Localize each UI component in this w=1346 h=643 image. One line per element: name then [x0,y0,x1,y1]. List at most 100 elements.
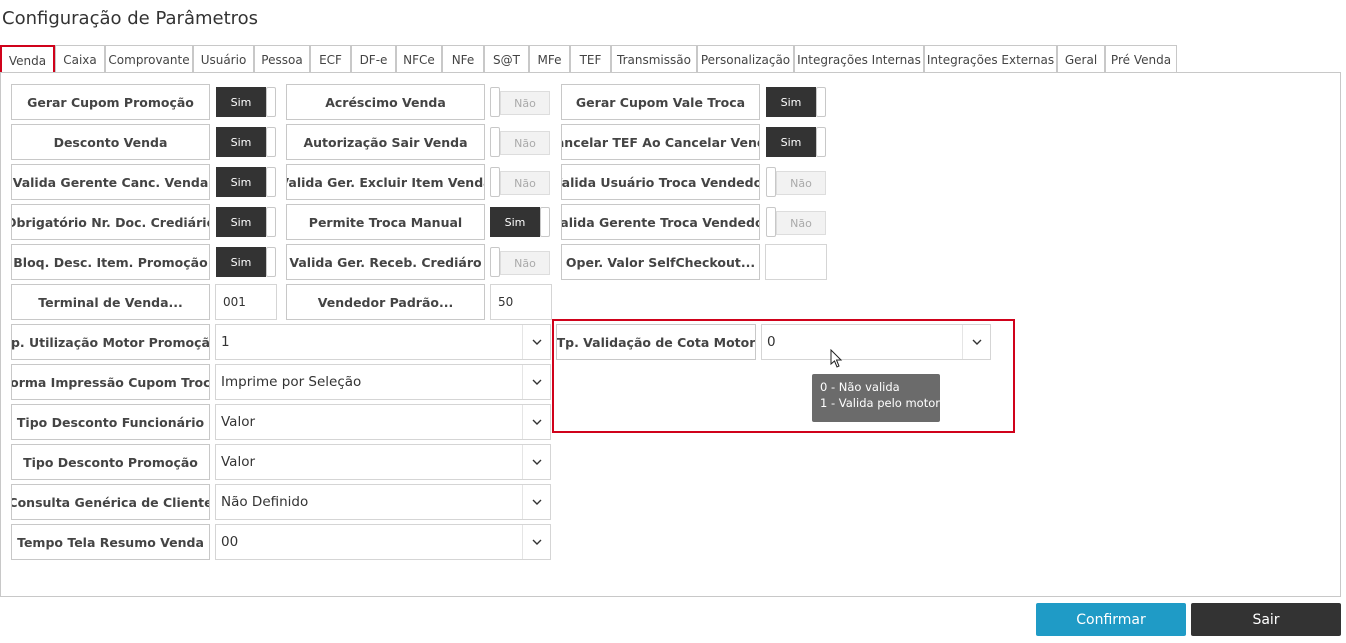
toggle-knob [816,127,826,157]
label-tempo-tela-resumo-venda: Tempo Tela Resumo Venda [11,524,210,560]
tp-utilizacao-motor-promocao-select[interactable]: 1 [215,324,551,360]
label-valida-gerente-canc-venda: Valida Gerente Canc. Venda [11,164,210,200]
vendedor-padrao-input[interactable]: 50 [490,284,552,320]
select-value: 00 [221,534,239,550]
toggle-acrescimo-venda[interactable]: Não [490,87,550,117]
toggle-bloq-desc-item-promocao[interactable]: Sim [216,247,276,277]
toggle-value: Sim [216,87,266,117]
label-consulta-generica-cliente: Consulta Genérica de Cliente [11,484,210,520]
oper-valor-selfcheckout-input[interactable] [765,244,827,280]
label-cancelar-tef-ao-cancelar-venda: Cancelar TEF Ao Cancelar Venda [561,124,760,160]
tab-dfe[interactable]: DF-e [351,45,396,73]
select-value: Imprime por Seleção [221,374,362,390]
tab-nfe[interactable]: NFe [442,45,484,73]
toggle-value: Não [500,131,550,155]
toggle-value: Sim [766,127,816,157]
toggle-obrigatorio-nr-doc-crediario[interactable]: Sim [216,207,276,237]
label-valida-gerente-troca-vendedor: Valida Gerente Troca Vendedor [561,204,760,240]
label-gerar-cupom-vale-troca: Gerar Cupom Vale Troca [561,84,760,120]
toggle-value: Sim [216,247,266,277]
tab-integracoes-internas[interactable]: Integrações Internas [794,45,924,73]
label-oper-valor-selfcheckout: Oper. Valor SelfCheckout... [561,244,760,280]
tooltip: 0 - Não valida 1 - Valida pelo motor [812,374,940,422]
consulta-generica-cliente-select[interactable]: Não Definido [215,484,551,520]
tab-personalizacao[interactable]: Personalização [697,45,794,73]
toggle-knob [266,247,276,277]
chevron-down-icon[interactable] [522,405,550,439]
toggle-knob [266,207,276,237]
tab-venda[interactable]: Venda [0,45,55,74]
tab-pessoa[interactable]: Pessoa [254,45,310,73]
select-value: Valor [221,414,256,430]
select-value: Valor [221,454,256,470]
toggle-value: Sim [216,207,266,237]
tipo-desconto-promocao-select[interactable]: Valor [215,444,551,480]
tooltip-line-1: 0 - Não valida [820,380,900,394]
label-forma-impressao-cupom-troca: Forma Impressão Cupom Troca [11,364,210,400]
toggle-permite-troca-manual[interactable]: Sim [490,207,550,237]
toggle-value: Sim [490,207,540,237]
tab-nfce[interactable]: NFCe [396,45,442,73]
toggle-value: Não [500,171,550,195]
page-title: Configuração de Parâmetros [2,8,259,29]
tab-tef[interactable]: TEF [570,45,611,73]
toggle-knob [266,87,276,117]
label-desconto-venda: Desconto Venda [11,124,210,160]
tab-comprovante[interactable]: Comprovante [105,45,193,73]
toggle-value: Não [776,171,826,195]
chevron-down-icon[interactable] [962,325,990,359]
label-vendedor-padrao: Vendedor Padrão... [286,284,485,320]
label-permite-troca-manual: Permite Troca Manual [286,204,485,240]
toggle-gerar-cupom-promocao[interactable]: Sim [216,87,276,117]
label-tp-utilizacao-motor-promocao: Tp. Utilização Motor Promoção [11,324,210,360]
tempo-tela-resumo-venda-select[interactable]: 00 [215,524,551,560]
toggle-desconto-venda[interactable]: Sim [216,127,276,157]
toggle-knob [266,167,276,197]
tipo-desconto-funcionario-select[interactable]: Valor [215,404,551,440]
toggle-autorizacao-sair-venda[interactable]: Não [490,127,550,157]
label-valida-ger-receb-crediario: Valida Ger. Receb. Crediáro [286,244,485,280]
toggle-valida-usuario-troca-vendedor[interactable]: Não [766,167,826,197]
terminal-de-venda-input[interactable]: 001 [215,284,277,320]
tab-sat[interactable]: S@T [484,45,529,73]
toggle-knob [490,87,500,117]
toggle-value: Não [776,211,826,235]
tab-transmissao[interactable]: Transmissão [611,45,697,73]
toggle-valida-gerente-canc-venda[interactable]: Sim [216,167,276,197]
tab-usuario[interactable]: Usuário [193,45,254,73]
toggle-knob [816,87,826,117]
forma-impressao-cupom-troca-select[interactable]: Imprime por Seleção [215,364,551,400]
toggle-value: Sim [216,127,266,157]
toggle-knob [490,127,500,157]
toggle-valida-ger-excluir-item-venda[interactable]: Não [490,167,550,197]
label-tipo-desconto-promocao: Tipo Desconto Promoção [11,444,210,480]
label-bloq-desc-item-promocao: Bloq. Desc. Item. Promoção [11,244,210,280]
confirm-button[interactable]: Confirmar [1036,603,1186,636]
label-tp-validacao-cota-motor: Tp. Validação de Cota Motor [556,324,756,360]
chevron-down-icon[interactable] [522,445,550,479]
tab-geral[interactable]: Geral [1057,45,1105,73]
tab-caixa[interactable]: Caixa [55,45,105,73]
toggle-cancelar-tef-ao-cancelar-venda[interactable]: Sim [766,127,826,157]
tab-pre-venda[interactable]: Pré Venda [1105,45,1177,73]
toggle-knob [766,167,776,197]
toggle-value: Sim [216,167,266,197]
toggle-valida-gerente-troca-vendedor[interactable]: Não [766,207,826,237]
toggle-gerar-cupom-vale-troca[interactable]: Sim [766,87,826,117]
chevron-down-icon[interactable] [522,525,550,559]
chevron-down-icon[interactable] [522,325,550,359]
label-tipo-desconto-funcionario: Tipo Desconto Funcionário [11,404,210,440]
chevron-down-icon[interactable] [522,485,550,519]
toggle-knob [766,207,776,237]
exit-button[interactable]: Sair [1191,603,1341,636]
label-valida-ger-excluir-item-venda: Valida Ger. Excluir Item Venda [286,164,485,200]
tab-mfe[interactable]: MFe [529,45,570,73]
label-valida-usuario-troca-vendedor: Valida Usuário Troca Vendedor [561,164,760,200]
tp-validacao-cota-motor-select[interactable]: 0 [761,324,991,360]
tab-ecf[interactable]: ECF [310,45,351,73]
toggle-valida-ger-receb-crediario[interactable]: Não [490,247,550,277]
tab-integracoes-externas[interactable]: Integrações Externas [924,45,1057,73]
chevron-down-icon[interactable] [522,365,550,399]
label-gerar-cupom-promocao: Gerar Cupom Promoção [11,84,210,120]
toggle-value: Não [500,251,550,275]
